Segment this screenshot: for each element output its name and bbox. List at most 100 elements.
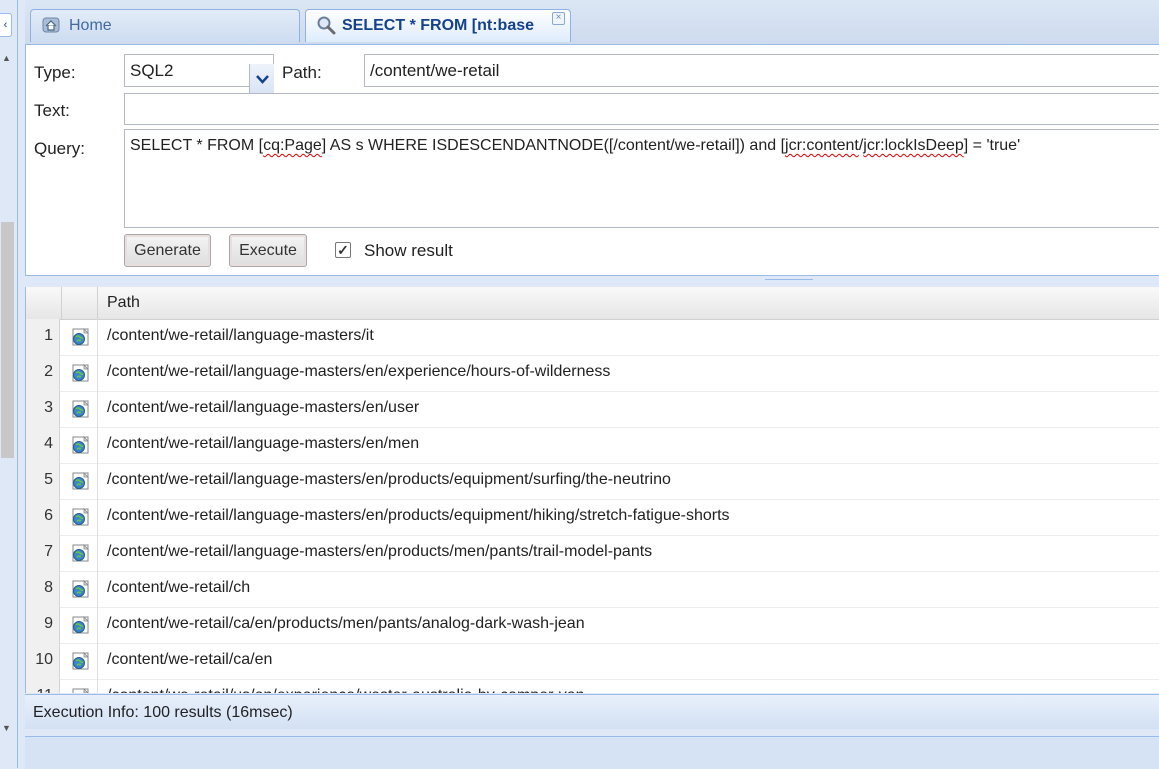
results-grid: Path 1/content/we-retail/language-master… — [25, 287, 1159, 693]
chevron-down-icon — [256, 75, 269, 84]
table-row[interactable]: 2/content/we-retail/language-masters/en/… — [26, 355, 1159, 392]
page-icon — [72, 580, 89, 598]
left-panel-strip: ‹ ▲ ▼ — [0, 0, 18, 768]
row-icon-cell — [61, 643, 98, 679]
show-result-checkbox[interactable]: ✓ — [335, 242, 351, 258]
row-icon-cell — [61, 535, 98, 571]
scroll-up-arrow-icon[interactable]: ▲ — [2, 53, 11, 63]
row-number: 11 — [26, 679, 60, 693]
page-icon — [72, 400, 89, 418]
row-icon-cell — [61, 427, 98, 463]
row-icon-cell — [61, 679, 98, 693]
page-icon — [72, 328, 89, 346]
query-text-part: jcr:lockIsDeep — [863, 137, 964, 154]
scroll-down-arrow-icon[interactable]: ▼ — [2, 723, 11, 733]
page-icon — [72, 436, 89, 454]
row-icon-cell — [61, 607, 98, 643]
home-icon — [42, 17, 60, 33]
grid-header-rownum — [26, 287, 62, 319]
table-row[interactable]: 6/content/we-retail/language-masters/en/… — [26, 499, 1159, 536]
row-number: 6 — [26, 499, 60, 535]
expand-panel-button[interactable]: ‹ — [0, 13, 12, 37]
row-number: 5 — [26, 463, 60, 499]
show-result-label: Show result — [364, 241, 453, 260]
row-path: /content/we-retail/ca/en — [107, 651, 273, 668]
query-text-part: jcr:content — [785, 137, 859, 154]
tab-home-label: Home — [69, 17, 112, 34]
tab-strip: Home SELECT * FROM [nt:base × — [25, 0, 1159, 45]
generate-button[interactable]: Generate — [124, 234, 211, 267]
query-form: Type: SQL2 Path: /content/we-retail Text… — [25, 45, 1159, 275]
text-label: Text: — [34, 101, 70, 120]
row-path: /content/we-retail/ch — [107, 579, 251, 596]
page-icon — [72, 616, 89, 634]
row-path: /content/we-retail/language-masters/it — [107, 327, 374, 344]
table-row[interactable]: 8/content/we-retail/ch — [26, 571, 1159, 608]
page-icon — [72, 544, 89, 562]
table-row[interactable]: 9/content/we-retail/ca/en/products/men/p… — [26, 607, 1159, 644]
row-number: 1 — [26, 319, 60, 355]
row-number: 10 — [26, 643, 60, 679]
execute-button[interactable]: Execute — [229, 234, 307, 267]
grid-header-icon — [61, 287, 98, 319]
table-row[interactable]: 10/content/we-retail/ca/en — [26, 643, 1159, 680]
page-icon — [72, 364, 89, 382]
splitter-grip-icon[interactable] — [765, 279, 813, 285]
row-number: 9 — [26, 607, 60, 643]
row-path: /content/we-retail/language-masters/en/p… — [107, 507, 730, 524]
type-select-value: SQL2 — [130, 61, 174, 80]
row-icon-cell — [61, 463, 98, 499]
row-number: 8 — [26, 571, 60, 607]
row-path: /content/we-retail/us/en/experience/west… — [107, 679, 585, 693]
tab-query-label: SELECT * FROM [nt:base — [342, 17, 535, 34]
row-path: /content/we-retail/language-masters/en/m… — [107, 435, 420, 452]
row-number: 4 — [26, 427, 60, 463]
grid-header: Path — [26, 287, 1159, 320]
page-icon — [72, 508, 89, 526]
row-path: /content/we-retail/language-masters/en/u… — [107, 399, 420, 416]
scrollbar-thumb[interactable] — [1, 222, 14, 458]
grid-header-path[interactable]: Path — [107, 287, 140, 319]
search-icon — [317, 16, 336, 35]
row-icon-cell — [61, 355, 98, 391]
row-icon-cell — [61, 319, 98, 355]
row-path: /content/we-retail/ca/en/products/men/pa… — [107, 615, 585, 632]
type-select[interactable]: SQL2 — [124, 54, 274, 97]
table-row[interactable]: 5/content/we-retail/language-masters/en/… — [26, 463, 1159, 500]
row-path: /content/we-retail/language-masters/en/e… — [107, 363, 611, 380]
path-field-value: /content/we-retail — [370, 61, 500, 80]
query-text-part: ] AS s WHERE ISDESCENDANTNODE([/content/… — [321, 137, 786, 154]
tab-home[interactable]: Home — [30, 9, 300, 42]
path-label: Path: — [282, 63, 322, 82]
row-number: 2 — [26, 355, 60, 391]
execution-info: Execution Info: 100 results (16msec) — [33, 704, 293, 721]
close-icon[interactable]: × — [552, 12, 565, 25]
page-icon — [72, 652, 89, 670]
table-row[interactable]: 7/content/we-retail/language-masters/en/… — [26, 535, 1159, 572]
query-text-part: SELECT * FROM [ — [130, 137, 264, 154]
row-icon-cell — [61, 499, 98, 535]
type-label: Type: — [34, 63, 76, 82]
checkmark-icon: ✓ — [337, 242, 349, 258]
row-number: 3 — [26, 391, 60, 427]
page-icon — [72, 688, 89, 693]
status-bar: Execution Info: 100 results (16msec) — [25, 694, 1159, 729]
row-path: /content/we-retail/language-masters/en/p… — [107, 471, 671, 488]
row-number: 7 — [26, 535, 60, 571]
query-label: Query: — [34, 139, 86, 158]
query-text-part: ] = 'true' — [963, 137, 1021, 154]
text-field[interactable] — [124, 93, 1159, 125]
tab-query[interactable]: SELECT * FROM [nt:base × — [305, 9, 571, 42]
row-icon-cell — [61, 391, 98, 427]
row-icon-cell — [61, 571, 98, 607]
query-textarea[interactable]: SELECT * FROM [cq:Page] AS s WHERE ISDES… — [124, 129, 1159, 228]
table-row[interactable]: 1/content/we-retail/language-masters/it — [26, 319, 1159, 356]
path-field[interactable]: /content/we-retail — [364, 54, 1159, 87]
table-row[interactable]: 4/content/we-retail/language-masters/en/… — [26, 427, 1159, 464]
chevron-left-icon: ‹ — [3, 19, 8, 31]
table-row[interactable]: 11/content/we-retail/us/en/experience/we… — [26, 679, 1159, 693]
table-row[interactable]: 3/content/we-retail/language-masters/en/… — [26, 391, 1159, 428]
bottom-toolbar — [25, 736, 1159, 769]
query-text-part: cq:Page — [263, 137, 322, 154]
row-path: /content/we-retail/language-masters/en/p… — [107, 543, 653, 560]
